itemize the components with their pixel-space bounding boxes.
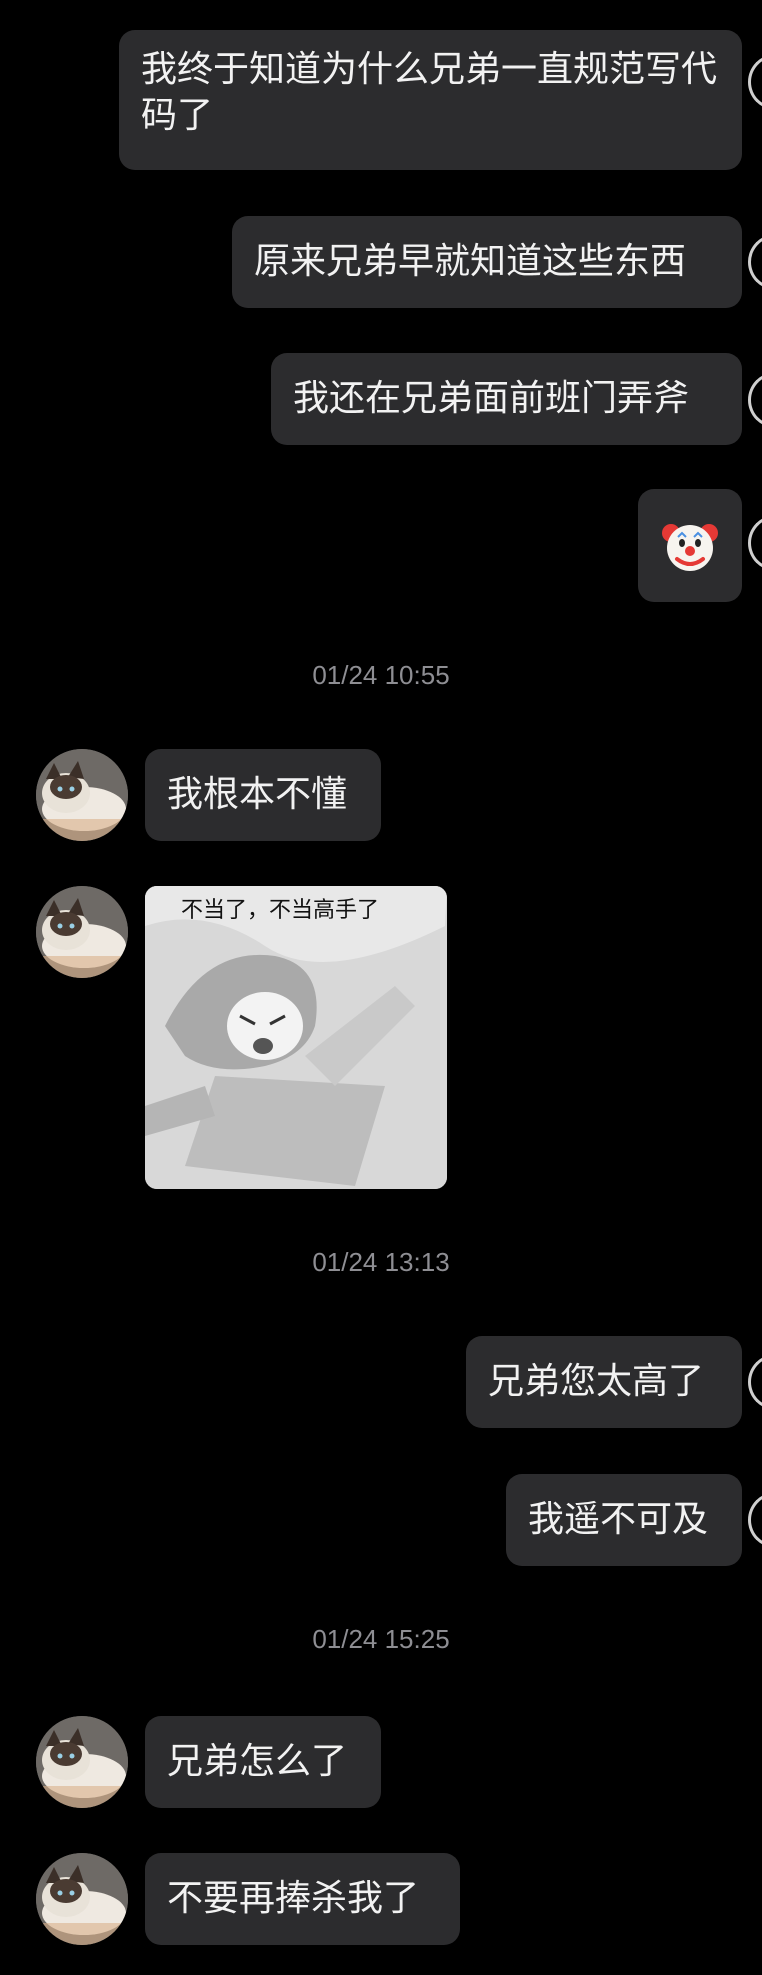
sent-message-1[interactable]: 我终于知道为什么兄弟一直规范写代码了 [119,30,742,170]
self-avatar-edge[interactable] [748,515,762,571]
self-avatar-edge[interactable] [748,54,762,110]
cat-avatar-icon [36,749,128,841]
contact-avatar[interactable] [36,1853,128,1945]
cat-avatar-icon [36,1716,128,1808]
sent-message-4[interactable]: 兄弟您太高了 [466,1336,742,1428]
contact-avatar[interactable] [36,749,128,841]
message-text: 我遥不可及 [528,1499,709,1540]
cat-avatar-icon [36,886,128,978]
message-text: 我终于知道为什么兄弟一直规范写代码了 [141,49,718,136]
message-text: 我还在兄弟面前班门弄斧 [293,378,690,419]
received-message-2[interactable]: 兄弟怎么了 [145,1716,381,1808]
sticker-image[interactable]: 不当了，不当高手了 [145,886,447,1189]
message-text: 兄弟怎么了 [167,1741,348,1782]
self-avatar-edge[interactable] [748,372,762,428]
sent-message-3[interactable]: 我还在兄弟面前班门弄斧 [271,353,742,445]
timestamp: 01/24 13:13 [312,1247,450,1277]
timestamp: 01/24 15:25 [312,1624,450,1654]
timestamp: 01/24 10:55 [312,660,450,690]
message-text: 不要再捧杀我了 [167,1878,420,1919]
contact-avatar[interactable] [36,886,128,978]
message-text: 兄弟您太高了 [488,1361,705,1402]
message-text: 原来兄弟早就知道这些东西 [254,241,687,282]
contact-avatar[interactable] [36,1716,128,1808]
self-avatar-edge[interactable] [748,1354,762,1410]
sent-message-2[interactable]: 原来兄弟早就知道这些东西 [232,216,742,308]
self-avatar-edge[interactable] [748,1492,762,1548]
sent-message-5[interactable]: 我遥不可及 [506,1474,742,1566]
self-avatar-edge[interactable] [748,234,762,290]
crying-anime-sticker [145,886,447,1189]
received-message-1[interactable]: 我根本不懂 [145,749,381,841]
received-message-3[interactable]: 不要再捧杀我了 [145,1853,460,1945]
message-text: 我根本不懂 [167,774,348,815]
clown-emoji [662,523,718,571]
cat-avatar-icon [36,1853,128,1945]
sent-emoji-message[interactable] [638,489,742,602]
sticker-caption: 不当了，不当高手了 [181,898,380,923]
